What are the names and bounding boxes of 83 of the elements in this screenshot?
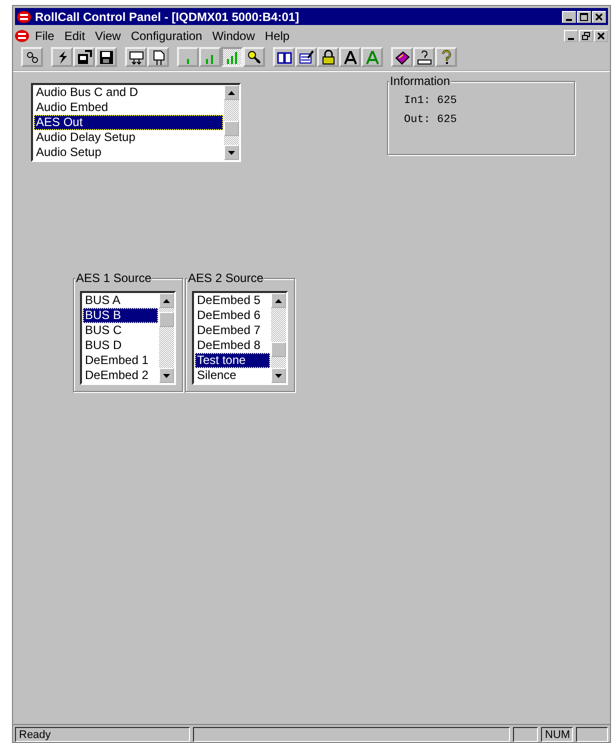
scrollbar[interactable] bbox=[271, 293, 286, 383]
close-button[interactable] bbox=[592, 10, 606, 22]
save-icon bbox=[98, 49, 114, 65]
toolbar-button[interactable] bbox=[339, 47, 361, 67]
close-icon bbox=[595, 12, 603, 20]
letter-icon bbox=[342, 49, 358, 65]
list-item[interactable]: BUS D bbox=[83, 338, 158, 353]
toolbar-button[interactable] bbox=[243, 47, 265, 67]
up-arrow-icon[interactable] bbox=[275, 298, 282, 302]
scroll-thumb[interactable] bbox=[159, 312, 174, 328]
scroll-thumb[interactable] bbox=[271, 342, 286, 357]
maximize-button[interactable] bbox=[577, 10, 591, 22]
list-item[interactable]: Test tone bbox=[195, 353, 270, 368]
restore-icon bbox=[582, 32, 590, 40]
up-arrow-icon[interactable] bbox=[228, 90, 235, 94]
list-item[interactable]: BUS C bbox=[83, 323, 158, 338]
down-arrow-icon[interactable] bbox=[275, 374, 282, 378]
list-item[interactable]: Audio Delay Setup bbox=[34, 130, 223, 145]
book-icon bbox=[394, 49, 410, 65]
minimize-icon bbox=[565, 18, 573, 20]
toolbar-button[interactable] bbox=[317, 47, 339, 67]
restore-button[interactable] bbox=[579, 30, 593, 42]
list-item[interactable]: BUS B bbox=[83, 308, 158, 323]
group-title: Information bbox=[389, 74, 452, 88]
panel-arrows-icon bbox=[128, 49, 144, 65]
list-item[interactable]: DeEmbed 2 bbox=[83, 368, 158, 383]
group-title: AES 2 Source bbox=[187, 271, 264, 285]
padlock-icon bbox=[320, 49, 336, 65]
toolbar-button[interactable] bbox=[51, 47, 73, 67]
toolbar-button[interactable] bbox=[391, 47, 413, 67]
toolbar-button[interactable] bbox=[95, 47, 117, 67]
list-item[interactable]: Audio Embed bbox=[34, 100, 223, 115]
up-arrow-icon[interactable] bbox=[163, 298, 170, 302]
list-item[interactable]: DeEmbed 6 bbox=[195, 308, 270, 323]
close-icon bbox=[597, 32, 605, 40]
menu-item[interactable]: Help bbox=[260, 28, 294, 42]
down-arrow-icon[interactable] bbox=[163, 374, 170, 378]
minimize-button[interactable] bbox=[564, 30, 578, 42]
scrollbar[interactable] bbox=[159, 293, 174, 383]
menu-item[interactable]: File bbox=[31, 28, 58, 42]
list-item[interactable]: DeEmbed 5 bbox=[195, 293, 270, 308]
list-item[interactable]: BUS A bbox=[83, 293, 158, 308]
list-item[interactable]: Silence bbox=[195, 368, 270, 383]
info-text: In1: 625 bbox=[403, 94, 458, 109]
menu-item[interactable]: View bbox=[91, 28, 125, 42]
chain-icon bbox=[24, 49, 40, 65]
list-item[interactable]: Audio Bus C and D bbox=[34, 85, 223, 100]
list-item[interactable]: Audio Setup bbox=[34, 145, 223, 160]
down-arrow-icon[interactable] bbox=[228, 150, 235, 154]
info-text: Out: 625 bbox=[403, 113, 458, 128]
status-text: Ready bbox=[15, 727, 190, 742]
toolbar-button[interactable] bbox=[21, 47, 43, 67]
group-title: AES 1 Source bbox=[75, 271, 152, 285]
toolbar-button[interactable] bbox=[73, 47, 95, 67]
minimize-button[interactable] bbox=[562, 10, 576, 22]
minimize-icon bbox=[567, 38, 575, 40]
scroll-thumb[interactable] bbox=[224, 120, 239, 136]
list-item[interactable]: DeEmbed 1 bbox=[83, 353, 158, 368]
toolbar-button[interactable] bbox=[413, 47, 435, 67]
list-item[interactable]: DeEmbed 7 bbox=[195, 323, 270, 338]
list-item[interactable]: AES Out bbox=[34, 115, 223, 130]
disk-arrow-icon bbox=[76, 49, 92, 65]
key-icon bbox=[246, 49, 262, 65]
close-button[interactable] bbox=[594, 30, 608, 42]
menu-item[interactable]: Configuration bbox=[126, 28, 206, 42]
question-keyboard-icon bbox=[416, 49, 432, 65]
list-item[interactable]: DeEmbed 8 bbox=[195, 338, 270, 353]
menu-item[interactable]: Window bbox=[208, 28, 259, 42]
status-indicator: NUM bbox=[541, 727, 573, 742]
toolbar-button[interactable] bbox=[147, 47, 169, 67]
app-logo-icon bbox=[15, 30, 29, 42]
toolbar-button[interactable] bbox=[295, 47, 317, 67]
toolbar-button[interactable] bbox=[273, 47, 295, 67]
toolbar-button[interactable] bbox=[435, 47, 457, 67]
maximize-icon bbox=[580, 12, 588, 20]
window-title: RollCall Control Panel - [IQDMX01 5000:B4:01] bbox=[35, 10, 300, 24]
letter-icon bbox=[364, 49, 380, 65]
notepad-pencil-icon bbox=[298, 49, 314, 65]
scrollbar[interactable] bbox=[224, 85, 239, 160]
menu-item[interactable]: Edit bbox=[60, 28, 90, 42]
three-bars-icon bbox=[224, 49, 240, 65]
app-logo-icon bbox=[17, 10, 31, 22]
toolbar-button[interactable] bbox=[125, 47, 147, 67]
